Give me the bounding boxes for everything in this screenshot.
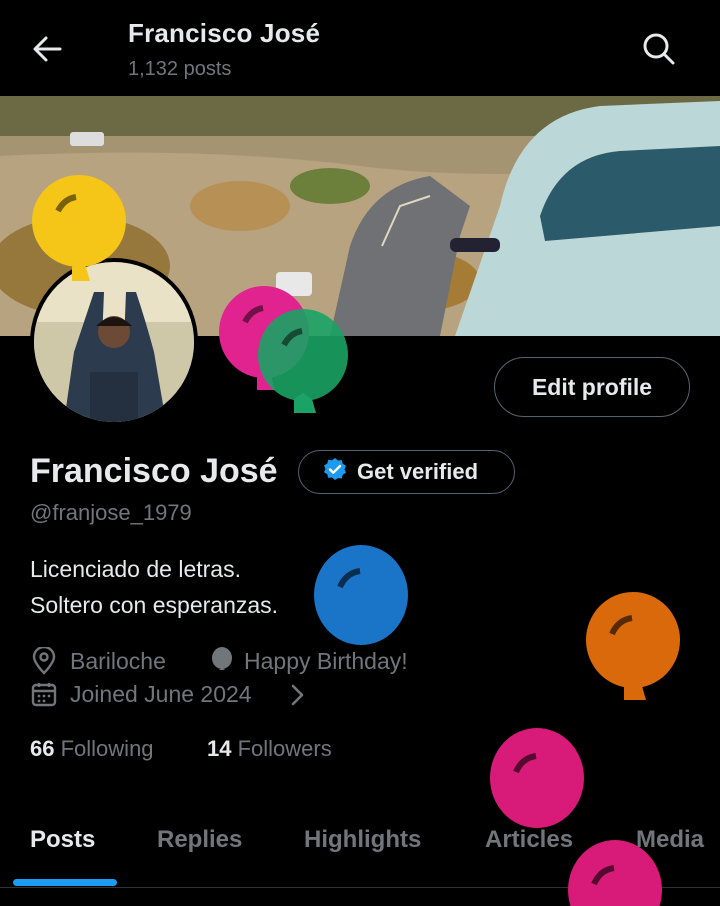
joined-text: Joined June 2024 <box>70 681 252 707</box>
balloon-yellow <box>32 175 126 281</box>
balloon-blue <box>314 545 408 645</box>
posts-count: 1,132 posts <box>128 58 232 80</box>
verified-badge-icon <box>323 457 347 487</box>
chevron-right-icon[interactable] <box>288 683 306 712</box>
following-stat[interactable]: 66 Following <box>30 736 154 762</box>
bio-line-2: Soltero con esperanzas. <box>30 592 279 618</box>
location-pin-icon <box>31 645 57 680</box>
tab-highlights[interactable]: Highlights <box>304 826 421 854</box>
followers-label: Followers <box>237 736 332 761</box>
following-count: 66 <box>30 736 55 761</box>
balloon-orange <box>586 592 680 700</box>
top-bar <box>0 0 720 96</box>
header-title: Francisco José <box>128 18 321 48</box>
calendar-icon <box>31 681 57 712</box>
bio-line-1: Licenciado de letras. <box>30 556 241 582</box>
back-arrow-icon[interactable] <box>30 32 64 66</box>
edit-profile-button[interactable]: Edit profile <box>494 357 690 417</box>
get-verified-label: Get verified <box>357 459 479 484</box>
balloon-icon <box>209 647 235 680</box>
following-label: Following <box>60 736 154 761</box>
balloon-magenta <box>490 728 584 828</box>
profile-handle: @franjose_1979 <box>30 500 192 525</box>
get-verified-button[interactable]: Get verified <box>298 450 515 494</box>
followers-count: 14 <box>207 736 232 761</box>
active-tab-indicator <box>13 879 117 886</box>
search-icon[interactable] <box>640 30 678 68</box>
tab-posts[interactable]: Posts <box>30 826 95 854</box>
balloon-magenta-2 <box>568 840 662 906</box>
location-text: Bariloche <box>70 648 166 674</box>
tab-replies[interactable]: Replies <box>157 826 242 854</box>
followers-stat[interactable]: 14 Followers <box>207 736 332 762</box>
balloon-green <box>258 309 348 413</box>
profile-name: Francisco José <box>30 452 278 490</box>
